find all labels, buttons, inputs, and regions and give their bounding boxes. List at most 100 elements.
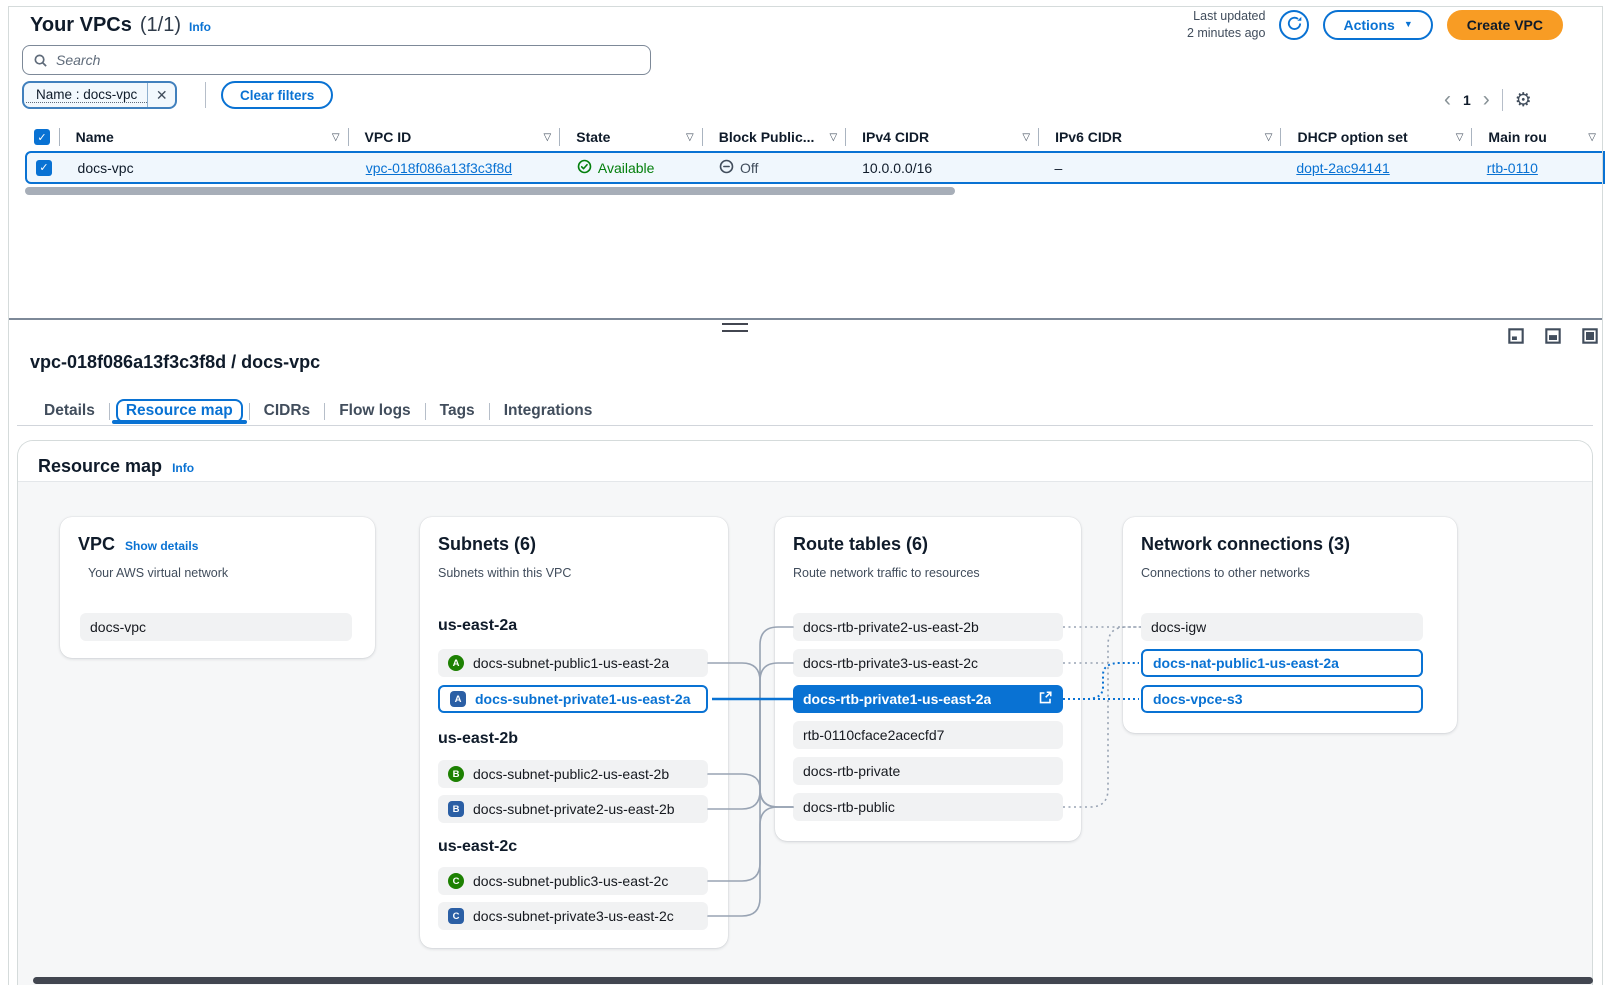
tab-flow-logs[interactable]: Flow logs <box>325 400 424 422</box>
column-header-vpc-id[interactable]: VPC ID ▽ <box>349 122 561 152</box>
route-table-item[interactable]: rtb-0110cface2acecfd7 <box>793 721 1063 749</box>
sort-icon[interactable]: ▽ <box>332 132 340 143</box>
column-header-label: IPv6 CIDR <box>1039 129 1122 145</box>
panel-bottom-half-icon[interactable] <box>1545 328 1561 344</box>
next-page-button[interactable]: › <box>1483 90 1490 110</box>
column-header-state[interactable]: State▽ <box>560 122 702 152</box>
column-header-label: VPC ID <box>349 129 412 145</box>
subnet-item[interactable]: Cdocs-subnet-private3-us-east-2c <box>438 902 708 930</box>
info-link[interactable]: Info <box>189 20 211 34</box>
route-table-item[interactable]: docs-rtb-public <box>793 793 1063 821</box>
create-vpc-button[interactable]: Create VPC <box>1447 10 1563 40</box>
previous-page-button[interactable]: ‹ <box>1444 90 1451 110</box>
sort-icon[interactable]: ▽ <box>686 132 694 143</box>
network-connection-label: docs-nat-public1-us-east-2a <box>1153 655 1339 671</box>
select-all-cell: ✓ <box>25 122 60 152</box>
tab-details[interactable]: Details <box>30 400 109 422</box>
split-panel-drag-handle[interactable] <box>722 323 748 332</box>
last-updated-text: Last updated 2 minutes ago <box>1187 8 1266 42</box>
vpc-card-title: VPC <box>78 534 115 555</box>
route-table-item[interactable]: docs-rtb-private <box>793 757 1063 785</box>
gear-icon[interactable]: ⚙ <box>1515 91 1532 110</box>
clear-filters-button[interactable]: Clear filters <box>221 81 333 109</box>
public-subnet-badge: B <box>448 766 464 782</box>
subnet-item-label: docs-subnet-public1-us-east-2a <box>473 655 669 671</box>
cell-main-route: rtb-0110 <box>1471 153 1603 182</box>
filter-token[interactable]: Name : docs-vpc ✕ <box>22 81 177 109</box>
column-header-dhcp-option-set[interactable]: DHCP option set▽ <box>1281 122 1472 152</box>
tab-tags[interactable]: Tags <box>426 400 489 422</box>
sort-icon[interactable]: ▽ <box>1456 132 1464 143</box>
page-title: Your VPCs <box>30 14 132 37</box>
route-table-item[interactable]: docs-rtb-private3-us-east-2c <box>793 649 1063 677</box>
column-header-label: IPv4 CIDR <box>846 129 929 145</box>
subnet-item-label: docs-subnet-private1-us-east-2a <box>475 691 691 707</box>
search-input[interactable] <box>56 52 650 68</box>
select-all-checkbox[interactable]: ✓ <box>34 129 50 145</box>
network-connections-title-text: Network connections (3) <box>1141 534 1350 555</box>
vpc-card-subtitle: Your AWS virtual network <box>88 566 228 580</box>
column-header-ipv6-cidr[interactable]: IPv6 CIDR ▽ <box>1039 122 1281 152</box>
vpc-item[interactable]: docs-vpc <box>80 613 352 641</box>
dhcp-wrap: dopt-2ac94141 <box>1280 160 1389 176</box>
block-public-text: Off <box>740 160 758 176</box>
tab-bar-divider <box>17 425 1593 426</box>
tab-integrations[interactable]: Integrations <box>490 400 607 422</box>
vpc-id-link[interactable]: vpc-018f086a13f3c3f8d <box>366 160 512 176</box>
sort-icon[interactable]: ▽ <box>1265 132 1273 143</box>
column-header-name[interactable]: Name▽ <box>60 122 349 152</box>
cell-block-public: Off <box>703 153 846 182</box>
cell-ipv4-cidr: 10.0.0.0/16 <box>846 153 1038 182</box>
column-header-label: Main rou <box>1472 129 1546 145</box>
route-table-item[interactable]: docs-rtb-private1-us-east-2a <box>793 685 1063 713</box>
sort-icon[interactable]: ▽ <box>1588 132 1596 143</box>
table-horizontal-scrollbar[interactable] <box>25 187 955 195</box>
subnet-item[interactable]: Adocs-subnet-public1-us-east-2a <box>438 649 708 677</box>
sort-icon[interactable]: ▽ <box>544 132 552 143</box>
search-box <box>22 45 651 75</box>
network-connection-item[interactable]: docs-nat-public1-us-east-2a <box>1141 649 1423 677</box>
vpc-show-details-link[interactable]: Show details <box>125 539 198 553</box>
resource-map-title-row: Resource map Info <box>38 456 194 477</box>
column-header-block-public[interactable]: Block Public...▽ <box>703 122 846 152</box>
caret-down-icon: ▼ <box>1404 20 1413 29</box>
table-row[interactable]: ✓docs-vpcvpc-018f086a13f3c3f8dAvailableO… <box>25 151 1605 184</box>
column-header-ipv4-cidr[interactable]: IPv4 CIDR ▽ <box>846 122 1039 152</box>
sort-icon[interactable]: ▽ <box>829 132 837 143</box>
subnet-item[interactable]: Cdocs-subnet-public3-us-east-2c <box>438 867 708 895</box>
column-header-main-rou[interactable]: Main rou ▽ <box>1472 122 1605 152</box>
panel-bottom-small-icon[interactable] <box>1508 328 1524 344</box>
table-header: ✓Name▽VPC ID▽State▽Block Public...▽IPv4 … <box>25 122 1605 152</box>
network-connection-item[interactable]: docs-vpce-s3 <box>1141 685 1423 713</box>
network-connections-card-title: Network connections (3) <box>1141 534 1350 555</box>
resource-map-info-link[interactable]: Info <box>172 461 194 475</box>
network-connection-label: docs-vpce-s3 <box>1153 691 1242 707</box>
route-table-item[interactable]: docs-rtb-private2-us-east-2b <box>793 613 1063 641</box>
pagination: ‹ 1 › ⚙ <box>1444 88 1532 112</box>
create-vpc-label: Create VPC <box>1467 17 1543 33</box>
panel-layout-buttons <box>1508 328 1598 344</box>
subnet-item[interactable]: Bdocs-subnet-public2-us-east-2b <box>438 760 708 788</box>
panel-full-icon[interactable] <box>1582 328 1598 344</box>
main-route-table-link[interactable]: rtb-0110 <box>1487 160 1538 176</box>
private-subnet-badge: B <box>448 801 464 817</box>
network-connection-item[interactable]: docs-igw <box>1141 613 1423 641</box>
horizontal-scrollbar[interactable] <box>33 977 1593 984</box>
sort-icon[interactable]: ▽ <box>1022 132 1030 143</box>
split-panel-divider <box>9 318 1602 320</box>
subnet-item[interactable]: Adocs-subnet-private1-us-east-2a <box>438 685 708 713</box>
subnets-card-subtitle: Subnets within this VPC <box>438 566 571 580</box>
tab-cidrs[interactable]: CIDRs <box>250 400 325 422</box>
refresh-icon <box>1286 15 1303 35</box>
dhcp-option-set-link[interactable]: dopt-2ac94141 <box>1296 160 1389 176</box>
refresh-button[interactable] <box>1279 10 1309 40</box>
subnet-item[interactable]: Bdocs-subnet-private2-us-east-2b <box>438 795 708 823</box>
vpc-item-label: docs-vpc <box>90 619 146 635</box>
actions-button[interactable]: Actions ▼ <box>1323 10 1432 40</box>
row-checkbox[interactable]: ✓ <box>36 160 52 176</box>
state-text: Available <box>598 160 655 176</box>
subnet-item-label: docs-subnet-private3-us-east-2c <box>473 908 674 924</box>
external-link-icon[interactable] <box>1038 690 1053 708</box>
filter-token-close-icon[interactable]: ✕ <box>147 83 175 107</box>
search-icon <box>33 53 48 68</box>
